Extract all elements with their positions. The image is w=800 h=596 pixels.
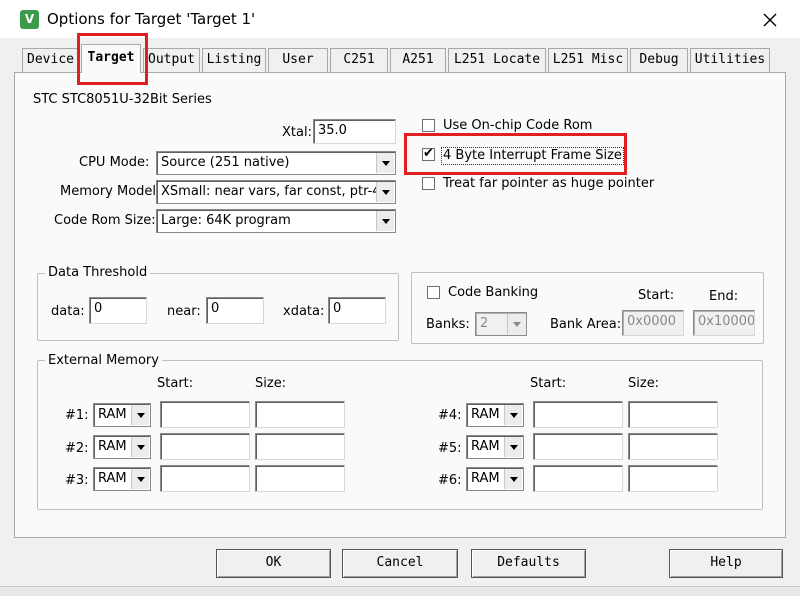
bank-start-input[interactable]: 0x0000 — [622, 310, 684, 336]
chevron-down-icon[interactable] — [376, 182, 394, 202]
ext-mem-size-6[interactable] — [628, 465, 718, 492]
ext-mem-type-select-6[interactable]: RAM — [466, 467, 524, 491]
ext-mem-type-select-4[interactable]: RAM — [466, 403, 524, 427]
ext-size-header-left: Size: — [255, 376, 287, 391]
ext-start-header-left: Start: — [157, 376, 194, 391]
tab-device[interactable]: Device — [22, 48, 79, 72]
close-button[interactable] — [756, 6, 784, 34]
ext-mem-size-3[interactable] — [255, 465, 345, 492]
chevron-down-icon[interactable] — [131, 469, 149, 489]
chevron-down-icon[interactable] — [504, 469, 522, 489]
ext-mem-type-1: RAM — [98, 407, 127, 422]
xdata-label: xdata: — [283, 304, 325, 319]
banks-select[interactable]: 2 — [475, 312, 527, 336]
help-button[interactable]: Help — [669, 549, 783, 578]
chevron-down-icon[interactable] — [507, 314, 525, 334]
ext-mem-label-5: #5: — [438, 441, 462, 456]
treat-far-pointer-checkbox[interactable] — [422, 177, 435, 190]
code-rom-size-select[interactable]: Large: 64K program — [156, 209, 396, 233]
tab-listing[interactable]: Listing — [202, 48, 266, 72]
ext-mem-label-6: #6: — [438, 473, 462, 488]
chevron-down-icon[interactable] — [131, 437, 149, 457]
code-rom-size-value: Large: 64K program — [161, 213, 291, 228]
ext-mem-type-select-3[interactable]: RAM — [93, 467, 151, 491]
ext-mem-type-select-1[interactable]: RAM — [93, 403, 151, 427]
ext-mem-size-1[interactable] — [255, 401, 345, 428]
xtal-label: Xtal: — [282, 125, 312, 140]
banks-value: 2 — [480, 316, 489, 331]
interrupt-option-highlight — [404, 133, 627, 175]
ext-mem-start-1[interactable] — [160, 401, 250, 428]
code-rom-size-label: Code Rom Size: — [54, 213, 156, 228]
ext-mem-start-2[interactable] — [160, 433, 250, 460]
app-icon: V — [20, 10, 39, 29]
defaults-button[interactable]: Defaults — [471, 549, 586, 578]
ext-mem-type-select-5[interactable]: RAM — [466, 435, 524, 459]
cpu-mode-value: Source (251 native) — [161, 155, 290, 170]
memory-model-value: XSmall: near vars, far const, ptr-4 — [161, 184, 381, 199]
data-threshold-input[interactable]: 0 — [89, 297, 147, 324]
chevron-down-icon[interactable] — [376, 153, 394, 173]
cpu-mode-label: CPU Mode: — [79, 155, 150, 170]
ext-start-header-right: Start: — [530, 376, 567, 391]
bank-end-header: End: — [709, 289, 739, 304]
code-banking-checkbox[interactable] — [427, 286, 440, 299]
code-banking-label: Code Banking — [448, 285, 539, 300]
treat-far-pointer-label: Treat far pointer as huge pointer — [443, 176, 655, 191]
banks-label: Banks: — [426, 317, 470, 332]
ext-mem-size-4[interactable] — [628, 401, 718, 428]
memory-model-select[interactable]: XSmall: near vars, far const, ptr-4 — [156, 180, 396, 204]
ext-mem-type-5: RAM — [471, 439, 500, 454]
chevron-down-icon[interactable] — [376, 211, 394, 231]
chevron-down-icon[interactable] — [504, 405, 522, 425]
window-title: Options for Target 'Target 1' — [47, 10, 256, 28]
bank-end-input[interactable]: 0x10000 — [693, 310, 755, 336]
ext-mem-type-3: RAM — [98, 471, 127, 486]
use-onchip-code-rom-label: Use On-chip Code Rom — [443, 118, 593, 133]
cancel-button[interactable]: Cancel — [342, 549, 458, 578]
tab-a251[interactable]: A251 — [390, 48, 446, 72]
data-threshold-title: Data Threshold — [45, 265, 151, 281]
ext-mem-type-2: RAM — [98, 439, 127, 454]
ext-mem-start-6[interactable] — [533, 465, 623, 492]
tab-c251[interactable]: C251 — [330, 48, 388, 72]
ext-mem-start-4[interactable] — [533, 401, 623, 428]
near-threshold-input[interactable]: 0 — [206, 297, 264, 324]
tab-l251-misc[interactable]: L251 Misc — [548, 48, 628, 72]
tab-debug[interactable]: Debug — [630, 48, 688, 72]
chevron-down-icon[interactable] — [504, 437, 522, 457]
ext-mem-label-4: #4: — [438, 408, 462, 423]
data-label: data: — [51, 304, 85, 319]
window-bottom-edge — [0, 586, 800, 596]
bank-area-label: Bank Area: — [550, 317, 622, 332]
ext-mem-type-6: RAM — [471, 471, 500, 486]
memory-model-label: Memory Model: — [60, 184, 161, 199]
close-icon — [763, 13, 777, 27]
ext-mem-type-4: RAM — [471, 407, 500, 422]
xtal-input[interactable]: 35.0 — [313, 119, 396, 144]
ext-mem-size-5[interactable] — [628, 433, 718, 460]
ext-mem-type-select-2[interactable]: RAM — [93, 435, 151, 459]
target-tab-highlight — [77, 33, 148, 85]
tab-l251-locate[interactable]: L251 Locate — [448, 48, 546, 72]
ext-mem-start-3[interactable] — [160, 465, 250, 492]
ext-mem-label-2: #2: — [65, 441, 89, 456]
device-series-label: STC STC8051U-32Bit Series — [33, 92, 212, 107]
cpu-mode-select[interactable]: Source (251 native) — [156, 151, 396, 175]
near-label: near: — [167, 304, 201, 319]
tab-output[interactable]: Output — [143, 48, 200, 72]
ext-mem-size-2[interactable] — [255, 433, 345, 460]
ext-size-header-right: Size: — [628, 376, 660, 391]
tab-utilities[interactable]: Utilities — [690, 48, 770, 72]
ok-button[interactable]: OK — [216, 549, 331, 578]
use-onchip-code-rom-checkbox[interactable] — [422, 119, 435, 132]
tab-user[interactable]: User — [268, 48, 328, 72]
external-memory-title: External Memory — [45, 353, 162, 369]
bank-start-header: Start: — [638, 288, 675, 303]
xdata-threshold-input[interactable]: 0 — [328, 297, 386, 324]
ext-mem-start-5[interactable] — [533, 433, 623, 460]
ext-mem-label-1: #1: — [65, 408, 89, 423]
ext-mem-label-3: #3: — [65, 473, 89, 488]
chevron-down-icon[interactable] — [131, 405, 149, 425]
